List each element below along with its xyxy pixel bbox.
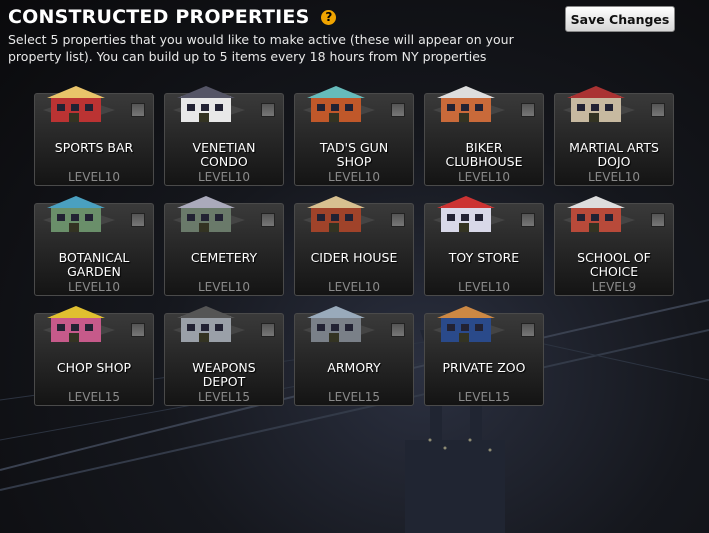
armory-icon — [303, 306, 375, 342]
toy-store-icon — [433, 196, 505, 232]
property-card[interactable]: SPORTS BAR LEVEL10 — [34, 86, 154, 186]
property-card[interactable]: VENETIAN CONDO LEVEL10 — [164, 86, 284, 186]
property-level: LEVEL15 — [67, 390, 120, 404]
property-checkbox[interactable] — [391, 323, 405, 337]
property-name: CHOP SHOP — [56, 360, 132, 375]
save-changes-button[interactable]: Save Changes — [565, 6, 675, 32]
weapons-depot-icon — [173, 306, 245, 342]
property-level: LEVEL9 — [591, 280, 637, 294]
property-level: LEVEL10 — [587, 170, 640, 184]
property-card[interactable]: TAD'S GUN SHOP LEVEL10 — [294, 86, 414, 186]
property-name: SCHOOL OF CHOICE — [577, 250, 651, 279]
page-title: CONSTRUCTED PROPERTIES ? — [8, 6, 568, 28]
question-mark-icon[interactable]: ? — [321, 9, 337, 25]
sports-bar-icon — [43, 86, 115, 122]
gun-shop-icon — [303, 86, 375, 122]
property-card[interactable]: BIKER CLUBHOUSE LEVEL10 — [424, 86, 544, 186]
property-name: BOTANICAL GARDEN — [58, 250, 130, 279]
property-checkbox[interactable] — [261, 103, 275, 117]
property-checkbox[interactable] — [261, 323, 275, 337]
property-card[interactable]: CHOP SHOP LEVEL15 — [34, 306, 154, 406]
property-level: LEVEL10 — [457, 170, 510, 184]
property-checkbox[interactable] — [651, 213, 665, 227]
property-name: TOY STORE — [448, 250, 520, 265]
property-name: SPORTS BAR — [54, 140, 134, 155]
header: CONSTRUCTED PROPERTIES ? Select 5 proper… — [8, 6, 568, 65]
cider-house-icon — [303, 196, 375, 232]
property-checkbox[interactable] — [521, 213, 535, 227]
property-name: CIDER HOUSE — [310, 250, 398, 265]
property-name: CEMETERY — [190, 250, 258, 265]
venetian-condo-icon — [173, 86, 245, 122]
cemetery-icon — [173, 196, 245, 232]
property-name: TAD'S GUN SHOP — [319, 140, 389, 169]
property-card[interactable]: MARTIAL ARTS DOJO LEVEL10 — [554, 86, 674, 186]
property-checkbox[interactable] — [131, 323, 145, 337]
property-name: MARTIAL ARTS DOJO — [569, 140, 659, 169]
property-checkbox[interactable] — [261, 213, 275, 227]
dojo-icon — [563, 86, 635, 122]
property-card[interactable]: CIDER HOUSE LEVEL10 — [294, 196, 414, 296]
property-level: LEVEL10 — [197, 170, 250, 184]
property-card[interactable]: ARMORY LEVEL15 — [294, 306, 414, 406]
property-name: WEAPONS DEPOT — [192, 360, 256, 389]
property-name: ARMORY — [327, 360, 381, 375]
property-level: LEVEL10 — [67, 170, 120, 184]
school-icon — [563, 196, 635, 232]
property-card[interactable]: PRIVATE ZOO LEVEL15 — [424, 306, 544, 406]
instructions-text: Select 5 properties that you would like … — [8, 32, 514, 64]
property-level: LEVEL10 — [327, 280, 380, 294]
property-card[interactable]: CEMETERY LEVEL10 — [164, 196, 284, 296]
property-checkbox[interactable] — [131, 103, 145, 117]
property-level: LEVEL15 — [327, 390, 380, 404]
page-title-text: CONSTRUCTED PROPERTIES — [8, 6, 310, 28]
property-checkbox[interactable] — [651, 103, 665, 117]
property-checkbox[interactable] — [521, 103, 535, 117]
private-zoo-icon — [433, 306, 505, 342]
property-name: BIKER CLUBHOUSE — [445, 140, 523, 169]
property-card[interactable]: BOTANICAL GARDEN LEVEL10 — [34, 196, 154, 296]
chop-shop-icon — [43, 306, 115, 342]
botanical-garden-icon — [43, 196, 115, 232]
property-level: LEVEL15 — [197, 390, 250, 404]
biker-clubhouse-icon — [433, 86, 505, 122]
property-card[interactable]: WEAPONS DEPOT LEVEL15 — [164, 306, 284, 406]
property-level: LEVEL10 — [67, 280, 120, 294]
property-card[interactable]: SCHOOL OF CHOICE LEVEL9 — [554, 196, 674, 296]
property-name: VENETIAN CONDO — [192, 140, 256, 169]
property-level: LEVEL10 — [197, 280, 250, 294]
property-level: LEVEL10 — [327, 170, 380, 184]
property-checkbox[interactable] — [131, 213, 145, 227]
property-level: LEVEL10 — [457, 280, 510, 294]
property-checkbox[interactable] — [391, 213, 405, 227]
property-checkbox[interactable] — [391, 103, 405, 117]
property-card[interactable]: TOY STORE LEVEL10 — [424, 196, 544, 296]
property-checkbox[interactable] — [521, 323, 535, 337]
property-level: LEVEL15 — [457, 390, 510, 404]
property-name: PRIVATE ZOO — [442, 360, 526, 375]
